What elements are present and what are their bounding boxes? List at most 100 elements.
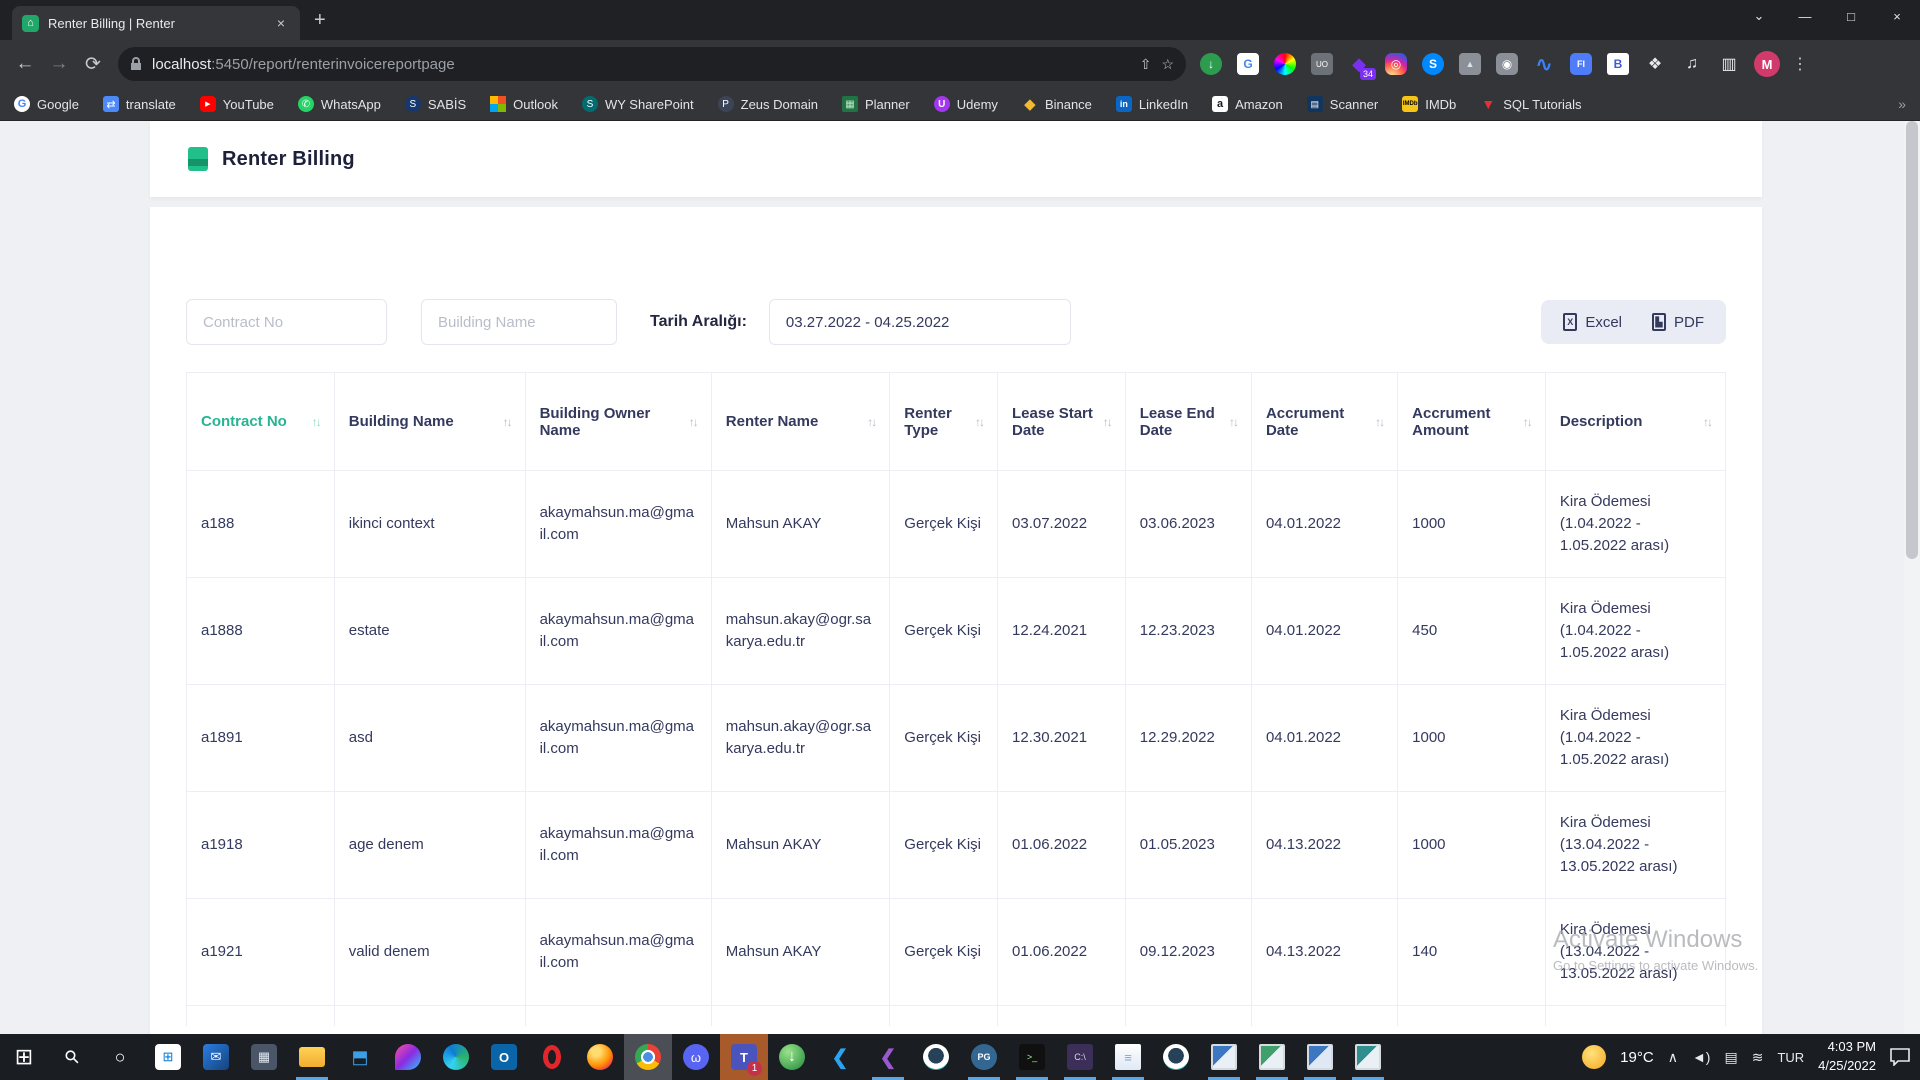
- shazam-icon[interactable]: S: [1422, 53, 1444, 75]
- volume-icon[interactable]: ◄): [1692, 1049, 1711, 1065]
- col-header-renter-name[interactable]: Renter Name↑↓: [711, 373, 890, 471]
- taskbar-terminal[interactable]: >_: [1008, 1034, 1056, 1080]
- taskbar-firefox[interactable]: [576, 1034, 624, 1080]
- bookmark-udemy[interactable]: UUdemy: [934, 96, 998, 112]
- taskbar-cmd[interactable]: C:\: [1056, 1034, 1104, 1080]
- taskbar-store[interactable]: ⊞: [144, 1034, 192, 1080]
- taskbar-chrome[interactable]: [624, 1034, 672, 1080]
- reload-button[interactable]: ⟳: [76, 53, 110, 76]
- taskbar-pgadmin[interactable]: [912, 1034, 960, 1080]
- taskbar-calculator[interactable]: ▦: [240, 1034, 288, 1080]
- profile-avatar[interactable]: M: [1754, 51, 1780, 77]
- taskbar-cortana[interactable]: ○: [96, 1034, 144, 1080]
- taskbar-notepad[interactable]: ≡: [1104, 1034, 1152, 1080]
- bookmark-zeus-domain[interactable]: PZeus Domain: [718, 96, 818, 112]
- close-button[interactable]: ×: [1874, 9, 1920, 24]
- back-button[interactable]: ←: [8, 53, 42, 75]
- taskbar-idm[interactable]: ↓: [768, 1034, 816, 1080]
- fi-icon[interactable]: FI: [1570, 53, 1592, 75]
- page-scrollbar[interactable]: [1904, 121, 1920, 1034]
- b-icon[interactable]: B: [1607, 53, 1629, 75]
- date-range-input[interactable]: [769, 299, 1071, 345]
- bookmark-linkedin[interactable]: inLinkedIn: [1116, 96, 1188, 112]
- col-header-lease-end[interactable]: Lease End Date↑↓: [1125, 373, 1251, 471]
- tray-chevron-icon[interactable]: ∧: [1668, 1049, 1678, 1066]
- building-name-input[interactable]: [421, 299, 617, 345]
- bookmark-youtube[interactable]: ▶YouTube: [200, 96, 274, 112]
- taskbar-discord[interactable]: ω: [672, 1034, 720, 1080]
- bookmark-sql-tutorials[interactable]: ▼SQL Tutorials: [1480, 96, 1581, 112]
- tab-close-icon[interactable]: ×: [272, 13, 290, 33]
- bookmark-star-icon[interactable]: ☆: [1161, 56, 1174, 73]
- wave-icon[interactable]: ∿: [1533, 53, 1555, 75]
- sort-icon[interactable]: ↑↓: [867, 415, 875, 429]
- bookmark-binance[interactable]: ◆Binance: [1022, 96, 1092, 112]
- maximize-button[interactable]: □: [1828, 9, 1874, 24]
- sort-icon[interactable]: ↑↓: [312, 415, 320, 429]
- taskbar-postgresql[interactable]: PG: [960, 1034, 1008, 1080]
- language-indicator[interactable]: TUR: [1777, 1050, 1804, 1065]
- sort-icon[interactable]: ↑↓: [1523, 415, 1531, 429]
- google-translate-icon[interactable]: G: [1237, 53, 1259, 75]
- taskbar-edge[interactable]: [432, 1034, 480, 1080]
- bookmark-google[interactable]: GGoogle: [14, 96, 79, 112]
- address-bar[interactable]: localhost:5450/report/renterinvoicerepor…: [118, 47, 1186, 81]
- taskbar-mail[interactable]: ✉: [192, 1034, 240, 1080]
- taskbar-outlook[interactable]: O: [480, 1034, 528, 1080]
- bookmark-whatsapp[interactable]: ✆WhatsApp: [298, 96, 381, 112]
- bookmark-sabis[interactable]: SSABİS: [405, 96, 466, 112]
- camera-icon[interactable]: ◉: [1496, 53, 1518, 75]
- taskbar-app-window-3[interactable]: [1296, 1034, 1344, 1080]
- taskbar-remote-desktop[interactable]: ⬒: [336, 1034, 384, 1080]
- network-icon[interactable]: ≋: [1752, 1049, 1764, 1066]
- taskbar-vscode-insiders[interactable]: ❮: [864, 1034, 912, 1080]
- sort-icon[interactable]: ↑↓: [1375, 415, 1383, 429]
- taskbar-pgadmin-2[interactable]: [1152, 1034, 1200, 1080]
- browser-menu-icon[interactable]: ⋮: [1792, 54, 1809, 74]
- col-header-accrument-amount[interactable]: Accrument Amount↑↓: [1398, 373, 1546, 471]
- bookmark-outlook[interactable]: Outlook: [490, 96, 558, 112]
- sort-icon[interactable]: ↑↓: [689, 415, 697, 429]
- idm-icon[interactable]: ↓: [1200, 53, 1222, 75]
- sort-icon[interactable]: ↑↓: [1103, 415, 1111, 429]
- taskbar-clock[interactable]: 4:03 PM 4/25/2022: [1818, 1038, 1876, 1076]
- taskbar-search[interactable]: ⚲: [48, 1034, 96, 1080]
- col-header-contract-no[interactable]: Contract No↑↓: [187, 373, 335, 471]
- taskbar-app-window-4[interactable]: [1344, 1034, 1392, 1080]
- color-wheel-icon[interactable]: [1274, 53, 1296, 75]
- bookmarks-overflow-icon[interactable]: »: [1898, 96, 1906, 112]
- keyboard-tray-icon[interactable]: ▤: [1724, 1049, 1737, 1066]
- share-icon[interactable]: ⇧: [1140, 56, 1152, 73]
- shield-icon[interactable]: ▲: [1459, 53, 1481, 75]
- sidepanel-icon[interactable]: ▥: [1718, 53, 1740, 75]
- weather-sun-icon[interactable]: [1582, 1045, 1606, 1069]
- bookmark-imdb[interactable]: IMDbIMDb: [1402, 96, 1456, 112]
- tab-search-icon[interactable]: ⌄: [1736, 8, 1782, 24]
- instagram-icon[interactable]: ◎: [1385, 53, 1407, 75]
- taskbar-app-window-1[interactable]: [1200, 1034, 1248, 1080]
- pdf-export-button[interactable]: ▙PDF: [1640, 307, 1716, 337]
- scrollbar-thumb[interactable]: [1906, 121, 1918, 559]
- new-tab-button[interactable]: +: [314, 9, 326, 32]
- puzzle-icon[interactable]: ❖: [1644, 53, 1666, 75]
- bookmark-translate[interactable]: ⇄translate: [103, 96, 176, 112]
- taskbar-file-explorer[interactable]: [288, 1034, 336, 1080]
- excel-export-button[interactable]: XExcel: [1551, 307, 1634, 337]
- bookmark-planner[interactable]: ▦Planner: [842, 96, 910, 112]
- taskbar-opera[interactable]: [528, 1034, 576, 1080]
- col-header-description[interactable]: Description↑↓: [1545, 373, 1725, 471]
- taskbar-app-window-2[interactable]: [1248, 1034, 1296, 1080]
- browser-tab[interactable]: ⌂ Renter Billing | Renter ×: [12, 6, 300, 40]
- diamond-ext-icon[interactable]: ◆34: [1348, 53, 1370, 75]
- col-header-building-owner[interactable]: Building Owner Name↑↓: [525, 373, 711, 471]
- taskbar-paint3d[interactable]: [384, 1034, 432, 1080]
- playlist-icon[interactable]: ♫: [1681, 53, 1703, 75]
- col-header-lease-start[interactable]: Lease Start Date↑↓: [998, 373, 1126, 471]
- sort-icon[interactable]: ↑↓: [1229, 415, 1237, 429]
- sort-icon[interactable]: ↑↓: [975, 415, 983, 429]
- start-button[interactable]: ⊞: [0, 1034, 48, 1080]
- col-header-renter-type[interactable]: Renter Type↑↓: [890, 373, 998, 471]
- ublock-icon[interactable]: UO: [1311, 53, 1333, 75]
- bookmark-sharepoint[interactable]: SWY SharePoint: [582, 96, 694, 112]
- forward-button[interactable]: →: [42, 53, 76, 75]
